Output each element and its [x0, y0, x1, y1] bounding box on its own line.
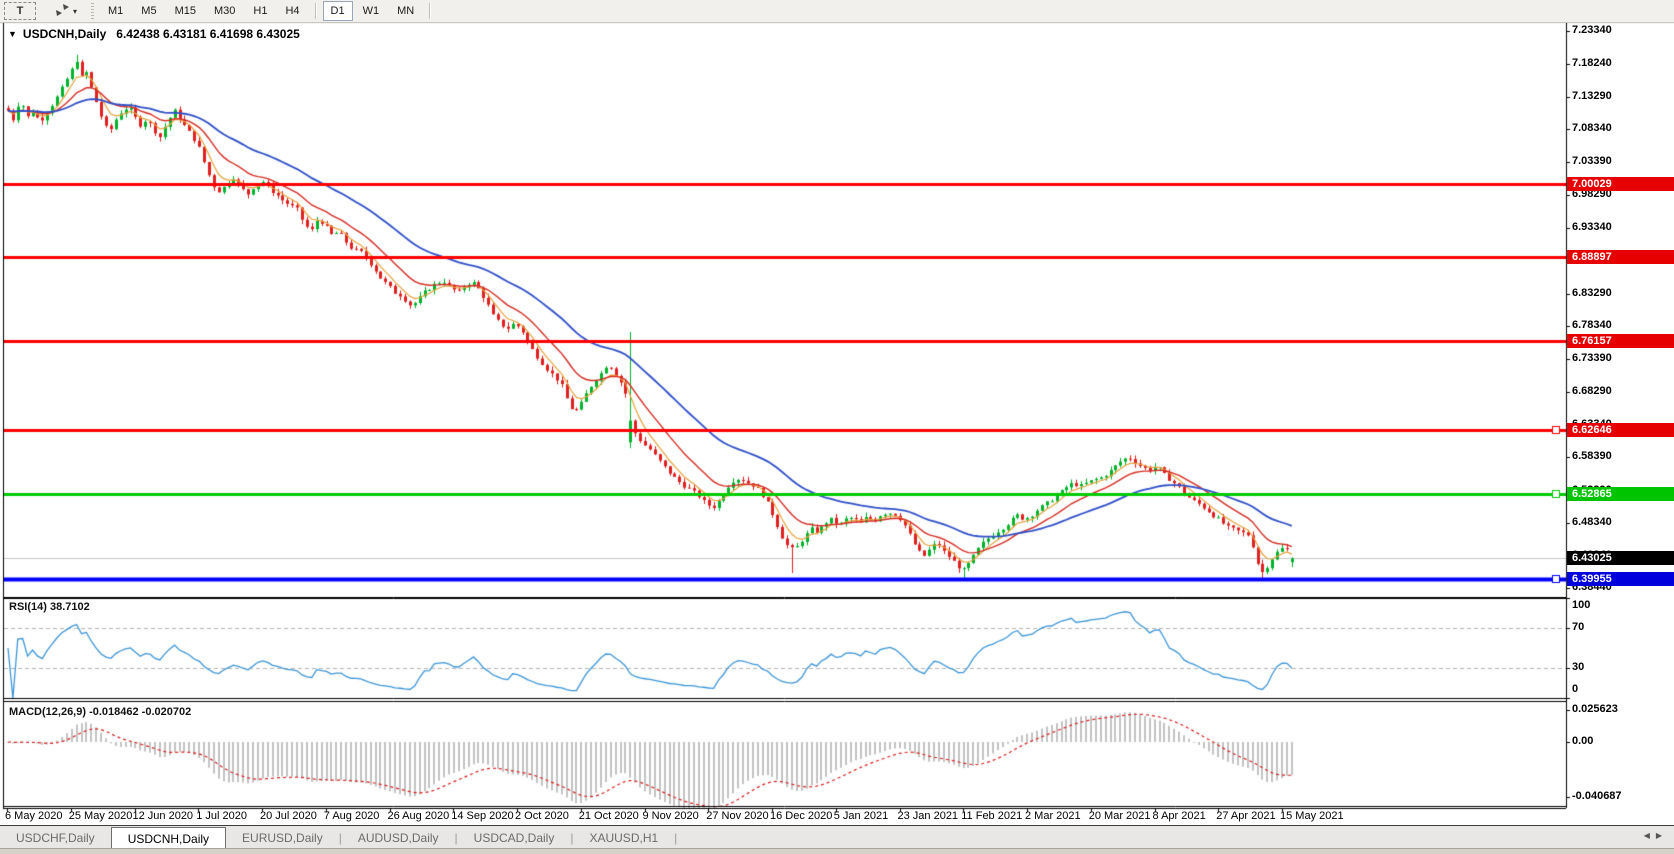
- chart-tab-usdcnh[interactable]: USDCNH,Daily: [111, 827, 226, 849]
- x-axis-date-label: 20 Mar 2021: [1089, 810, 1151, 822]
- toolbar-separator: [315, 3, 316, 19]
- x-axis-date-label: 16 Dec 2020: [770, 810, 832, 822]
- chart-tab-eurusd[interactable]: EURUSD,Daily: [226, 826, 339, 849]
- chart-tab-audusd[interactable]: AUDUSD,Daily: [342, 826, 455, 849]
- timeframe-button-m15[interactable]: M15: [167, 1, 204, 21]
- price-tag: 6.88897: [1567, 250, 1674, 264]
- chart-ohlc-values: 6.42438 6.43181 6.41698 6.43025: [116, 27, 300, 41]
- timeframe-button-m5[interactable]: M5: [133, 1, 164, 21]
- timeframe-button-w1[interactable]: W1: [355, 1, 388, 21]
- x-axis-date-label: 5 Jan 2021: [834, 810, 888, 822]
- y-axis-label: 70: [1572, 621, 1584, 633]
- timeframe-button-h4[interactable]: H4: [277, 1, 307, 21]
- y-axis-label: 7.08340: [1572, 122, 1612, 134]
- timeframe-button-h1[interactable]: H1: [245, 1, 275, 21]
- y-axis-label: 6.58390: [1572, 450, 1612, 462]
- y-axis-label: 0: [1572, 683, 1578, 695]
- y-axis-label: 7.18240: [1572, 57, 1612, 69]
- tab-scroll-buttons: ◀▶: [1644, 831, 1668, 840]
- y-axis-label: 6.73390: [1572, 352, 1612, 364]
- tab-scroll-right-icon[interactable]: ▶: [1656, 831, 1668, 840]
- chart-tab-usdchf[interactable]: USDCHF,Daily: [0, 826, 111, 849]
- x-axis-date-label: 2 Mar 2021: [1025, 810, 1081, 822]
- y-axis-label: 30: [1572, 661, 1584, 673]
- y-axis-label: 0.00: [1572, 735, 1593, 747]
- x-axis-date-label: 12 Jun 2020: [133, 810, 194, 822]
- chart-tab-usdcad[interactable]: USDCAD,Daily: [458, 826, 571, 849]
- x-axis-date-label: 8 Apr 2021: [1153, 810, 1206, 822]
- y-axis-label: 6.68290: [1572, 385, 1612, 397]
- x-axis-date-label: 1 Jul 2020: [196, 810, 247, 822]
- x-axis-date-label: 25 May 2020: [69, 810, 133, 822]
- y-axis-label: 6.48340: [1572, 516, 1612, 528]
- x-axis-date-label: 23 Jan 2021: [898, 810, 959, 822]
- chart-menu-icon[interactable]: ▼: [8, 29, 17, 39]
- y-axis-label: 6.93340: [1572, 221, 1612, 233]
- y-axis-label: 6.83290: [1572, 287, 1612, 299]
- chart-title: ▼ USDCNH,Daily 6.42438 6.43181 6.41698 6…: [8, 27, 300, 41]
- x-axis-date-label: 21 Oct 2020: [579, 810, 639, 822]
- y-axis-label: 7.13290: [1572, 90, 1612, 102]
- timeframe-button-mn[interactable]: MN: [389, 1, 422, 21]
- toolbar-grip[interactable]: [91, 3, 94, 19]
- price-tag: 6.43025: [1567, 551, 1674, 565]
- rsi-indicator-label: RSI(14) 38.7102: [9, 601, 90, 613]
- price-tag: 6.39955: [1567, 572, 1674, 586]
- x-axis-date-label: 15 May 2021: [1280, 810, 1344, 822]
- chart-tab-bar: USDCHF,DailyUSDCNH,DailyEURUSD,Daily | AUD…: [0, 825, 1674, 849]
- y-axis-label: 6.78340: [1572, 319, 1612, 331]
- price-tag: 7.00029: [1567, 177, 1674, 191]
- x-axis-date-label: 7 Aug 2020: [324, 810, 380, 822]
- tab-separator: |: [674, 826, 677, 849]
- y-axis-label: 0.025623: [1572, 703, 1618, 715]
- timeframe-button-d1[interactable]: D1: [323, 1, 353, 21]
- x-axis-date-label: 6 May 2020: [5, 810, 62, 822]
- drawing-tool-button[interactable]: ▾: [47, 1, 85, 21]
- chart-canvas[interactable]: [0, 0, 1674, 854]
- x-axis-date-label: 11 Feb 2021: [961, 810, 1022, 822]
- toolbar-separator: [429, 3, 430, 19]
- chevron-down-icon[interactable]: ▾: [73, 7, 77, 16]
- chart-symbol-label: USDCNH,Daily: [23, 27, 106, 41]
- x-axis-date-label: 14 Sep 2020: [451, 810, 513, 822]
- tab-scroll-left-icon[interactable]: ◀: [1644, 831, 1656, 840]
- timeframe-button-m30[interactable]: M30: [206, 1, 243, 21]
- price-tag: 6.52865: [1567, 487, 1674, 501]
- x-axis-date-label: 9 Nov 2020: [643, 810, 699, 822]
- x-axis-date-label: 20 Jul 2020: [260, 810, 317, 822]
- timeframe-buttons: M1M5M15M30H1H4 D1W1MN: [99, 1, 423, 21]
- chart-tab-xauusd[interactable]: XAUUSD,H1: [573, 826, 674, 849]
- x-axis-date-label: 27 Apr 2021: [1216, 810, 1275, 822]
- text-tool-button[interactable]: T: [4, 2, 36, 20]
- trading-terminal-window: T ▾ M1M5M15M30H1H4 D1W1MN ▼ USDCNH,Daily …: [0, 0, 1674, 854]
- toolbar: T ▾ M1M5M15M30H1H4 D1W1MN: [0, 0, 1674, 23]
- x-axis-date-label: 27 Nov 2020: [706, 810, 768, 822]
- price-tag: 6.76157: [1567, 334, 1674, 348]
- x-axis-date-label: 26 Aug 2020: [388, 810, 450, 822]
- y-axis-label: -0.040687: [1572, 790, 1622, 802]
- timeframe-button-m1[interactable]: M1: [100, 1, 131, 21]
- drawing-tool-icon: [55, 3, 70, 20]
- macd-indicator-label: MACD(12,26,9) -0.018462 -0.020702: [9, 706, 191, 718]
- price-tag: 6.62646: [1567, 423, 1674, 437]
- y-axis-label: 7.23340: [1572, 24, 1612, 36]
- status-bar: [0, 848, 1674, 854]
- x-axis-date-label: 2 Oct 2020: [515, 810, 569, 822]
- y-axis-label: 7.03390: [1572, 155, 1612, 167]
- y-axis-label: 100: [1572, 599, 1590, 611]
